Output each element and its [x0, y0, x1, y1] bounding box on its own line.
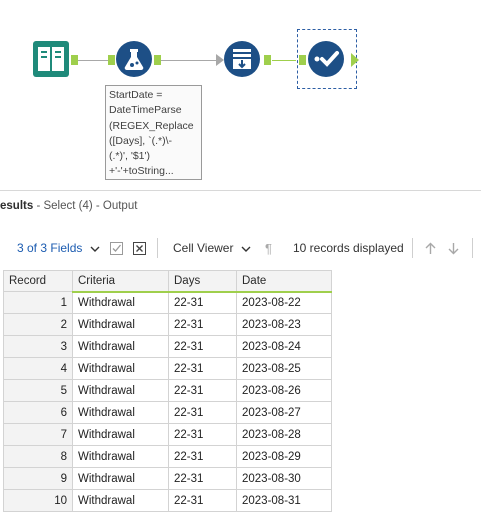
- cell-date[interactable]: 2023-08-30: [236, 467, 332, 490]
- cell-criteria[interactable]: Withdrawal: [72, 467, 169, 490]
- cell-date[interactable]: 2023-08-28: [236, 423, 332, 446]
- select-tool[interactable]: [308, 41, 344, 77]
- formula-annotation: StartDate = DateTimeParse (REGEX_Replace…: [105, 85, 202, 180]
- cell-record[interactable]: 3: [3, 335, 73, 358]
- cell-viewer-dropdown[interactable]: Cell Viewer: [173, 241, 251, 255]
- results-title: esults: [0, 200, 34, 212]
- cell-criteria[interactable]: Withdrawal: [72, 445, 169, 468]
- toolbar-separator: [157, 238, 158, 258]
- column-header-record[interactable]: Record: [3, 270, 73, 292]
- results-subtitle: - Select (4) - Output: [33, 200, 138, 212]
- cell-days[interactable]: 22-31: [168, 445, 237, 468]
- input-book-icon: [33, 41, 69, 77]
- cell-date[interactable]: 2023-08-24: [236, 335, 332, 358]
- cell-record[interactable]: 5: [3, 379, 73, 402]
- cell-criteria[interactable]: Withdrawal: [72, 291, 169, 314]
- select-check-icon: [308, 41, 344, 77]
- results-toolbar: 3 of 3 Fields Cell Viewer ¶ 10 records d…: [0, 232, 481, 264]
- cell-days[interactable]: 22-31: [168, 357, 237, 380]
- workflow-canvas[interactable]: StartDate = DateTimeParse (REGEX_Replace…: [0, 0, 481, 190]
- cell-record[interactable]: 8: [3, 445, 73, 468]
- cell-date[interactable]: 2023-08-23: [236, 313, 332, 336]
- cell-viewer-label: Cell Viewer: [173, 241, 234, 255]
- connection-line: [272, 60, 296, 61]
- cell-criteria[interactable]: Withdrawal: [72, 357, 169, 380]
- cell-days[interactable]: 22-31: [168, 291, 237, 314]
- table-row[interactable]: 3 Withdrawal 22-31 2023-08-24: [3, 335, 332, 358]
- records-displayed: 10 records displayed: [293, 241, 404, 255]
- arrow-up-icon[interactable]: [424, 242, 437, 255]
- column-header-date[interactable]: Date: [236, 270, 332, 293]
- table-row[interactable]: 6 Withdrawal 22-31 2023-08-27: [3, 401, 332, 424]
- output-anchor[interactable]: [264, 55, 271, 65]
- cell-days[interactable]: 22-31: [168, 423, 237, 446]
- cell-days[interactable]: 22-31: [168, 335, 237, 358]
- fields-selector[interactable]: 3 of 3 Fields: [17, 241, 100, 255]
- connection-line: [160, 60, 218, 61]
- table-row[interactable]: 7 Withdrawal 22-31 2023-08-28: [3, 423, 332, 446]
- formula-tool[interactable]: [116, 41, 152, 77]
- pane-divider[interactable]: [0, 190, 481, 191]
- input-anchor[interactable]: [299, 55, 306, 65]
- cell-record[interactable]: 4: [3, 357, 73, 380]
- grid-header-row: Record Criteria Days Date: [3, 270, 332, 293]
- fields-selector-label: 3 of 3 Fields: [17, 241, 83, 255]
- cell-days[interactable]: 22-31: [168, 379, 237, 402]
- table-row[interactable]: 9 Withdrawal 22-31 2023-08-30: [3, 467, 332, 490]
- cell-record[interactable]: 1: [3, 291, 73, 314]
- cell-record[interactable]: 6: [3, 401, 73, 424]
- input-anchor[interactable]: [108, 55, 115, 65]
- cell-date[interactable]: 2023-08-25: [236, 357, 332, 380]
- formula-flask-icon: [116, 41, 152, 77]
- cell-date[interactable]: 2023-08-22: [236, 291, 332, 314]
- table-row[interactable]: 1 Withdrawal 22-31 2023-08-22: [3, 291, 332, 314]
- output-anchor[interactable]: [351, 53, 359, 67]
- cell-days[interactable]: 22-31: [168, 467, 237, 490]
- cell-criteria[interactable]: Withdrawal: [72, 423, 169, 446]
- results-grid: Record Criteria Days Date 1 Withdrawal 22-…: [3, 270, 332, 512]
- cell-criteria[interactable]: Withdrawal: [72, 489, 169, 512]
- cell-criteria[interactable]: Withdrawal: [72, 313, 169, 336]
- chevron-down-icon: [241, 246, 251, 252]
- column-header-criteria[interactable]: Criteria: [72, 270, 169, 293]
- table-row[interactable]: 4 Withdrawal 22-31 2023-08-25: [3, 357, 332, 380]
- cell-criteria[interactable]: Withdrawal: [72, 335, 169, 358]
- table-row[interactable]: 2 Withdrawal 22-31 2023-08-23: [3, 313, 332, 336]
- cell-days[interactable]: 22-31: [168, 401, 237, 424]
- output-anchor[interactable]: [154, 55, 161, 65]
- cell-date[interactable]: 2023-08-26: [236, 379, 332, 402]
- sort-arrange-icon: [224, 41, 260, 77]
- cell-days[interactable]: 22-31: [168, 313, 237, 336]
- cell-date[interactable]: 2023-08-27: [236, 401, 332, 424]
- grid-body: 1 Withdrawal 22-31 2023-08-22 2 Withdrawal 22-…: [3, 291, 332, 512]
- cell-record[interactable]: 2: [3, 313, 73, 336]
- close-box-icon[interactable]: [133, 242, 146, 255]
- table-row[interactable]: 8 Withdrawal 22-31 2023-08-29: [3, 445, 332, 468]
- cell-date[interactable]: 2023-08-31: [236, 489, 332, 512]
- checkbox-icon[interactable]: [110, 242, 123, 255]
- cell-record[interactable]: 10: [3, 489, 73, 512]
- connection-line: [78, 60, 108, 61]
- toolbar-separator: [412, 238, 413, 258]
- input-data-tool[interactable]: [33, 41, 69, 77]
- toolbar-separator: [472, 238, 473, 258]
- chevron-down-icon: [90, 246, 100, 252]
- arrow-down-icon[interactable]: [447, 242, 460, 255]
- cell-record[interactable]: 7: [3, 423, 73, 446]
- output-anchor[interactable]: [71, 55, 78, 65]
- table-row[interactable]: 5 Withdrawal 22-31 2023-08-26: [3, 379, 332, 402]
- cell-criteria[interactable]: Withdrawal: [72, 379, 169, 402]
- cell-days[interactable]: 22-31: [168, 489, 237, 512]
- cell-criteria[interactable]: Withdrawal: [72, 401, 169, 424]
- table-row[interactable]: 10 Withdrawal 22-31 2023-08-31: [3, 489, 332, 512]
- input-anchor[interactable]: [216, 54, 224, 66]
- results-header: esults - Select (4) - Output: [0, 200, 137, 222]
- column-header-days[interactable]: Days: [168, 270, 237, 293]
- cell-record[interactable]: 9: [3, 467, 73, 490]
- sort-tool[interactable]: [224, 41, 260, 77]
- pilcrow-icon[interactable]: ¶: [265, 241, 272, 256]
- cell-date[interactable]: 2023-08-29: [236, 445, 332, 468]
